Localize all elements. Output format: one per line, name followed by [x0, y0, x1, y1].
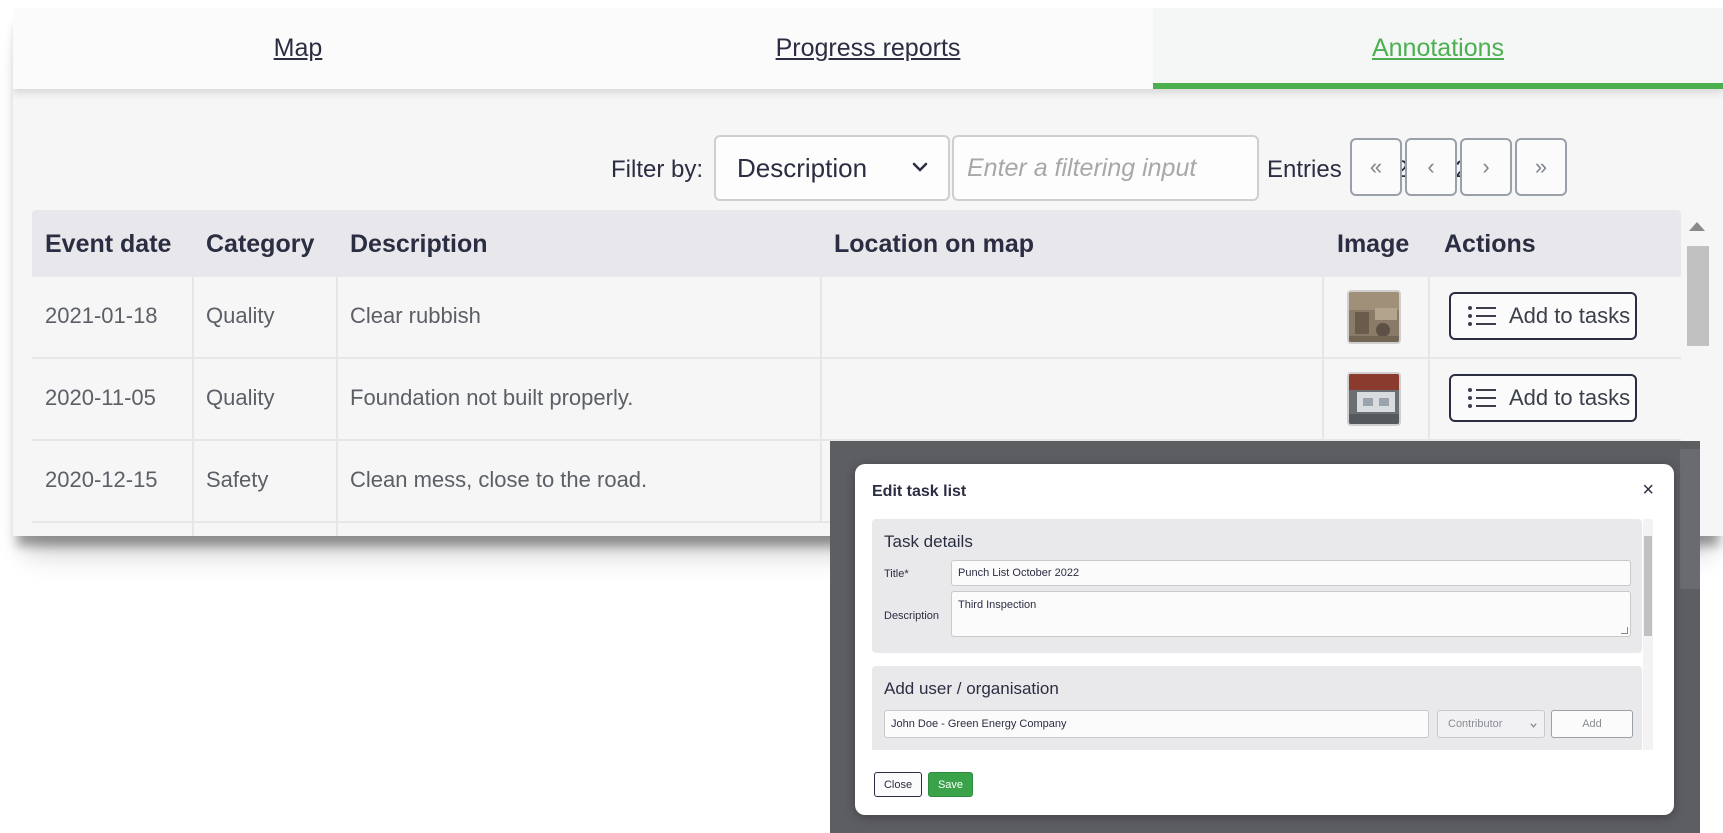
modal-scrollbar-thumb[interactable]: [1644, 536, 1652, 636]
header-description[interactable]: Description: [350, 230, 488, 259]
filter-label: Filter by:: [611, 156, 704, 183]
title-input[interactable]: Punch List October 2022: [951, 560, 1631, 586]
cell-description: Foundation not built properly.: [350, 385, 634, 410]
title-label: Title*: [884, 568, 909, 580]
close-button[interactable]: Close: [874, 772, 922, 797]
tab-map[interactable]: Map: [13, 8, 583, 89]
cell-date: 2020-11-05: [45, 385, 156, 410]
add-to-tasks-button[interactable]: Add to tasks: [1449, 292, 1637, 340]
add-to-tasks-button[interactable]: Add to tasks: [1449, 374, 1637, 422]
add-user-heading: Add user / organisation: [884, 679, 1059, 698]
cell-category: Quality: [206, 303, 275, 328]
tab-bar: Map Progress reports Annotations: [13, 8, 1723, 89]
cell-description: Clear rubbish: [350, 303, 481, 328]
header-category[interactable]: Category: [206, 230, 314, 259]
cell-description: Clean mess, close to the road.: [350, 467, 648, 492]
description-value: Third Inspection: [958, 599, 1037, 611]
scroll-up-arrow-icon[interactable]: [1689, 222, 1705, 231]
next-page-button[interactable]: ›: [1460, 138, 1512, 196]
filter-field-select[interactable]: Description: [714, 135, 950, 201]
tab-annotations[interactable]: Annotations: [1153, 8, 1723, 89]
header-location[interactable]: Location on map: [834, 230, 1034, 259]
header-event-date[interactable]: Event date: [45, 230, 171, 259]
chevron-down-icon: [912, 162, 928, 172]
prev-page-button[interactable]: ‹: [1405, 138, 1457, 196]
add-user-button[interactable]: Add: [1551, 710, 1633, 738]
description-textarea[interactable]: Third Inspection: [951, 591, 1631, 637]
list-icon: [1468, 388, 1496, 408]
table-row: 2020-11-05 Quality Foundation not built …: [32, 359, 1681, 441]
cell-category: Safety: [206, 467, 269, 492]
resize-handle-icon[interactable]: [1621, 627, 1628, 634]
cell-date: 2021-01-18: [45, 303, 158, 328]
filter-input[interactable]: Enter a filtering input: [952, 135, 1259, 201]
header-actions: Actions: [1444, 230, 1536, 258]
modal-title: Edit task list: [872, 483, 967, 500]
edit-task-list-dialog: Edit task list × Task details Title* Pun…: [855, 464, 1674, 815]
cell-category: Quality: [206, 385, 275, 410]
annotation-thumbnail[interactable]: [1347, 372, 1401, 426]
first-page-button[interactable]: «: [1350, 138, 1402, 196]
table-row: 2021-01-18 Quality Clear rubbish Add to …: [32, 277, 1681, 359]
cell-date: 2020-12-15: [45, 467, 158, 492]
role-select[interactable]: Contributor: [1437, 710, 1545, 738]
add-user-section: Add user / organisation John Doe - Green…: [872, 666, 1642, 750]
save-button[interactable]: Save: [928, 772, 973, 797]
user-organisation-input[interactable]: John Doe - Green Energy Company: [884, 710, 1429, 738]
chevron-down-icon: [1530, 723, 1537, 728]
filter-field-selected: Description: [737, 152, 868, 183]
close-icon[interactable]: ×: [1642, 479, 1654, 502]
list-icon: [1468, 306, 1496, 326]
tab-progress-reports[interactable]: Progress reports: [583, 8, 1153, 89]
role-selected: Contributor: [1448, 718, 1503, 730]
modal-body: Task details Title* Punch List October 2…: [872, 519, 1642, 750]
annotation-thumbnail[interactable]: [1347, 290, 1401, 344]
add-to-tasks-label: Add to tasks: [1509, 385, 1631, 410]
task-details-heading: Task details: [884, 532, 973, 551]
description-label: Description: [884, 610, 940, 622]
table-header: Event date Category Description Location…: [32, 210, 1681, 277]
header-image: Image: [1337, 230, 1410, 258]
task-details-section: Task details Title* Punch List October 2…: [872, 519, 1642, 653]
add-to-tasks-label: Add to tasks: [1509, 303, 1631, 328]
table-scrollbar[interactable]: [1687, 246, 1709, 346]
last-page-button[interactable]: »: [1515, 138, 1567, 196]
